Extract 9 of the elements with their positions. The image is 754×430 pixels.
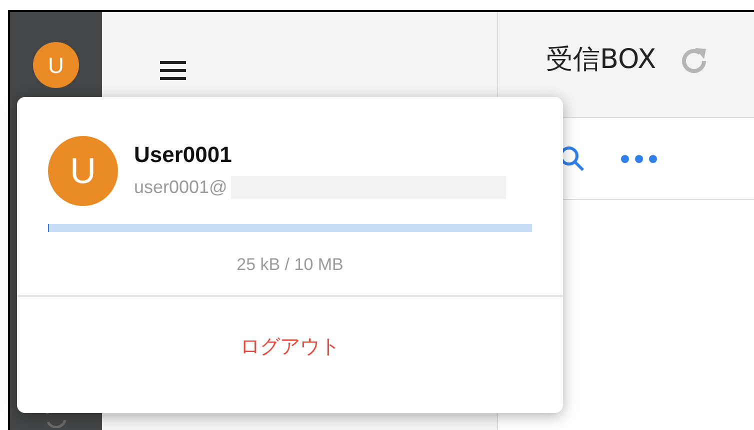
logout-button[interactable]: ログアウト xyxy=(240,330,340,360)
inbox-title: 受信BOX xyxy=(546,43,656,78)
more-icon[interactable] xyxy=(620,154,658,164)
user-email: user0001@ xyxy=(134,176,228,200)
menu-icon[interactable] xyxy=(158,58,188,82)
user-name: User0001 xyxy=(134,140,233,168)
storage-reading: 25 kB / 10 MB xyxy=(236,254,344,276)
user-avatar[interactable]: U xyxy=(33,42,79,88)
user-avatar: U xyxy=(48,136,118,206)
